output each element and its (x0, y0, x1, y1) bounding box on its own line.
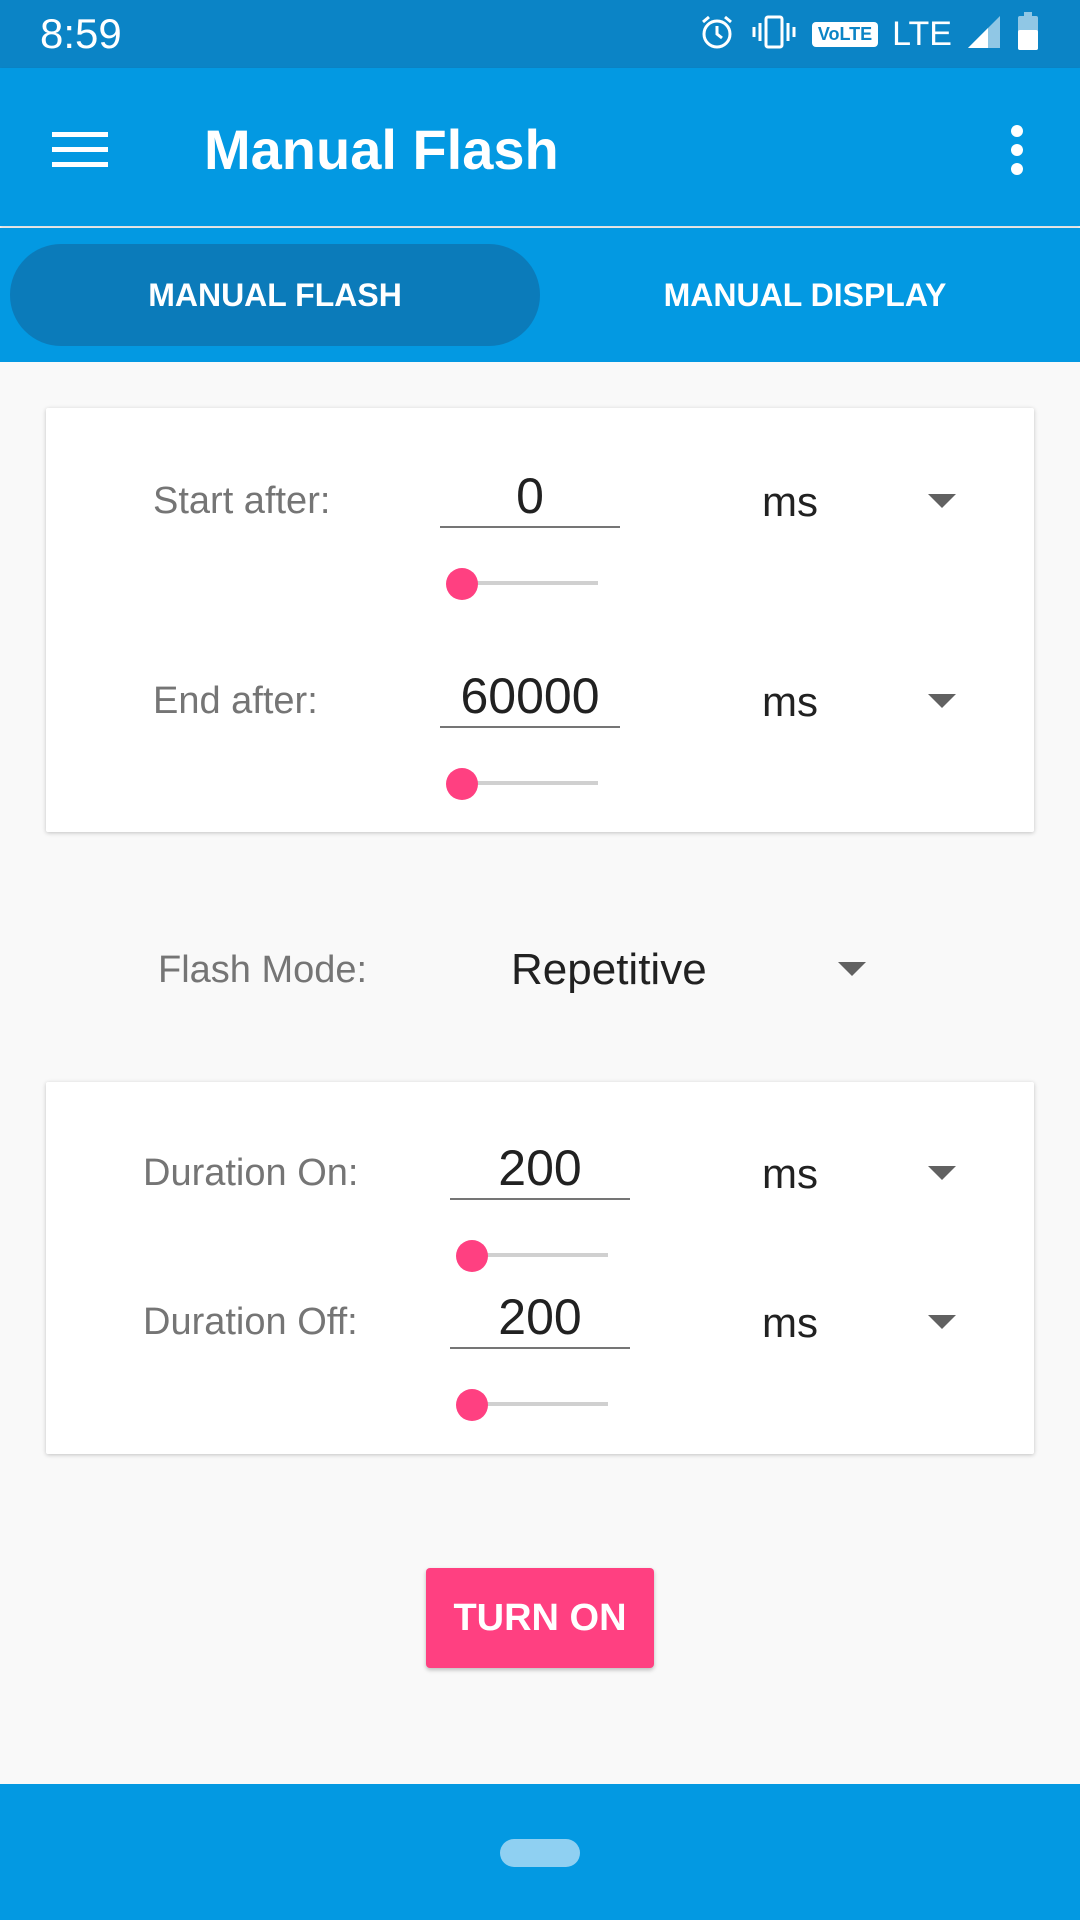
vibrate-icon (750, 13, 798, 56)
turn-on-button[interactable]: TURN ON (426, 1568, 654, 1668)
duration-on-slider[interactable] (456, 1240, 608, 1272)
duration-on-input[interactable]: 200 (450, 1138, 630, 1200)
home-gesture-pill[interactable] (500, 1839, 580, 1867)
slider-thumb[interactable] (456, 1389, 488, 1421)
duration-off-slider[interactable] (456, 1389, 608, 1421)
status-icons: VoLTE LTE (698, 11, 1040, 57)
lte-label: LTE (892, 14, 952, 53)
end-after-label: End after: (153, 680, 318, 722)
chevron-down-icon[interactable] (928, 494, 956, 508)
end-after-input[interactable]: 60000 (440, 666, 620, 728)
chevron-down-icon[interactable] (928, 1166, 956, 1180)
tab-label: MANUAL FLASH (148, 276, 402, 313)
signal-icon (966, 14, 1002, 55)
chevron-down-icon[interactable] (928, 1315, 956, 1329)
more-vert-icon[interactable] (990, 110, 1044, 190)
flash-mode-label: Flash Mode: (158, 949, 368, 991)
start-after-slider[interactable] (446, 568, 598, 600)
duration-on-label: Duration On: (143, 1152, 359, 1194)
slider-track (468, 581, 598, 585)
slider-thumb[interactable] (446, 768, 478, 800)
chevron-down-icon[interactable] (838, 962, 866, 976)
duration-off-unit[interactable]: ms (762, 1297, 818, 1349)
duration-on-unit[interactable]: ms (762, 1148, 818, 1200)
hamburger-menu-icon[interactable] (40, 110, 120, 190)
slider-thumb[interactable] (446, 568, 478, 600)
slider-track (468, 781, 598, 785)
end-after-unit[interactable]: ms (762, 676, 818, 728)
page-title: Manual Flash (204, 118, 559, 181)
slider-track (478, 1253, 608, 1257)
status-time: 8:59 (40, 10, 122, 57)
battery-icon (1016, 11, 1040, 57)
start-after-input[interactable]: 0 (440, 466, 620, 528)
duration-off-input[interactable]: 200 (450, 1287, 630, 1349)
tab-manual-display[interactable]: MANUAL DISPLAY (540, 244, 1070, 346)
duration-off-label: Duration Off: (143, 1301, 358, 1343)
start-after-unit[interactable]: ms (762, 476, 818, 528)
tab-manual-flash[interactable]: MANUAL FLASH (10, 244, 540, 346)
slider-thumb[interactable] (456, 1240, 488, 1272)
slider-track (478, 1402, 608, 1406)
end-after-slider[interactable] (446, 768, 598, 800)
flash-mode-select[interactable]: Repetitive (511, 944, 707, 996)
alarm-icon (698, 13, 736, 56)
chevron-down-icon[interactable] (928, 694, 956, 708)
volte-badge: VoLTE (811, 21, 879, 47)
start-after-label: Start after: (153, 480, 331, 522)
tab-label: MANUAL DISPLAY (663, 276, 947, 313)
